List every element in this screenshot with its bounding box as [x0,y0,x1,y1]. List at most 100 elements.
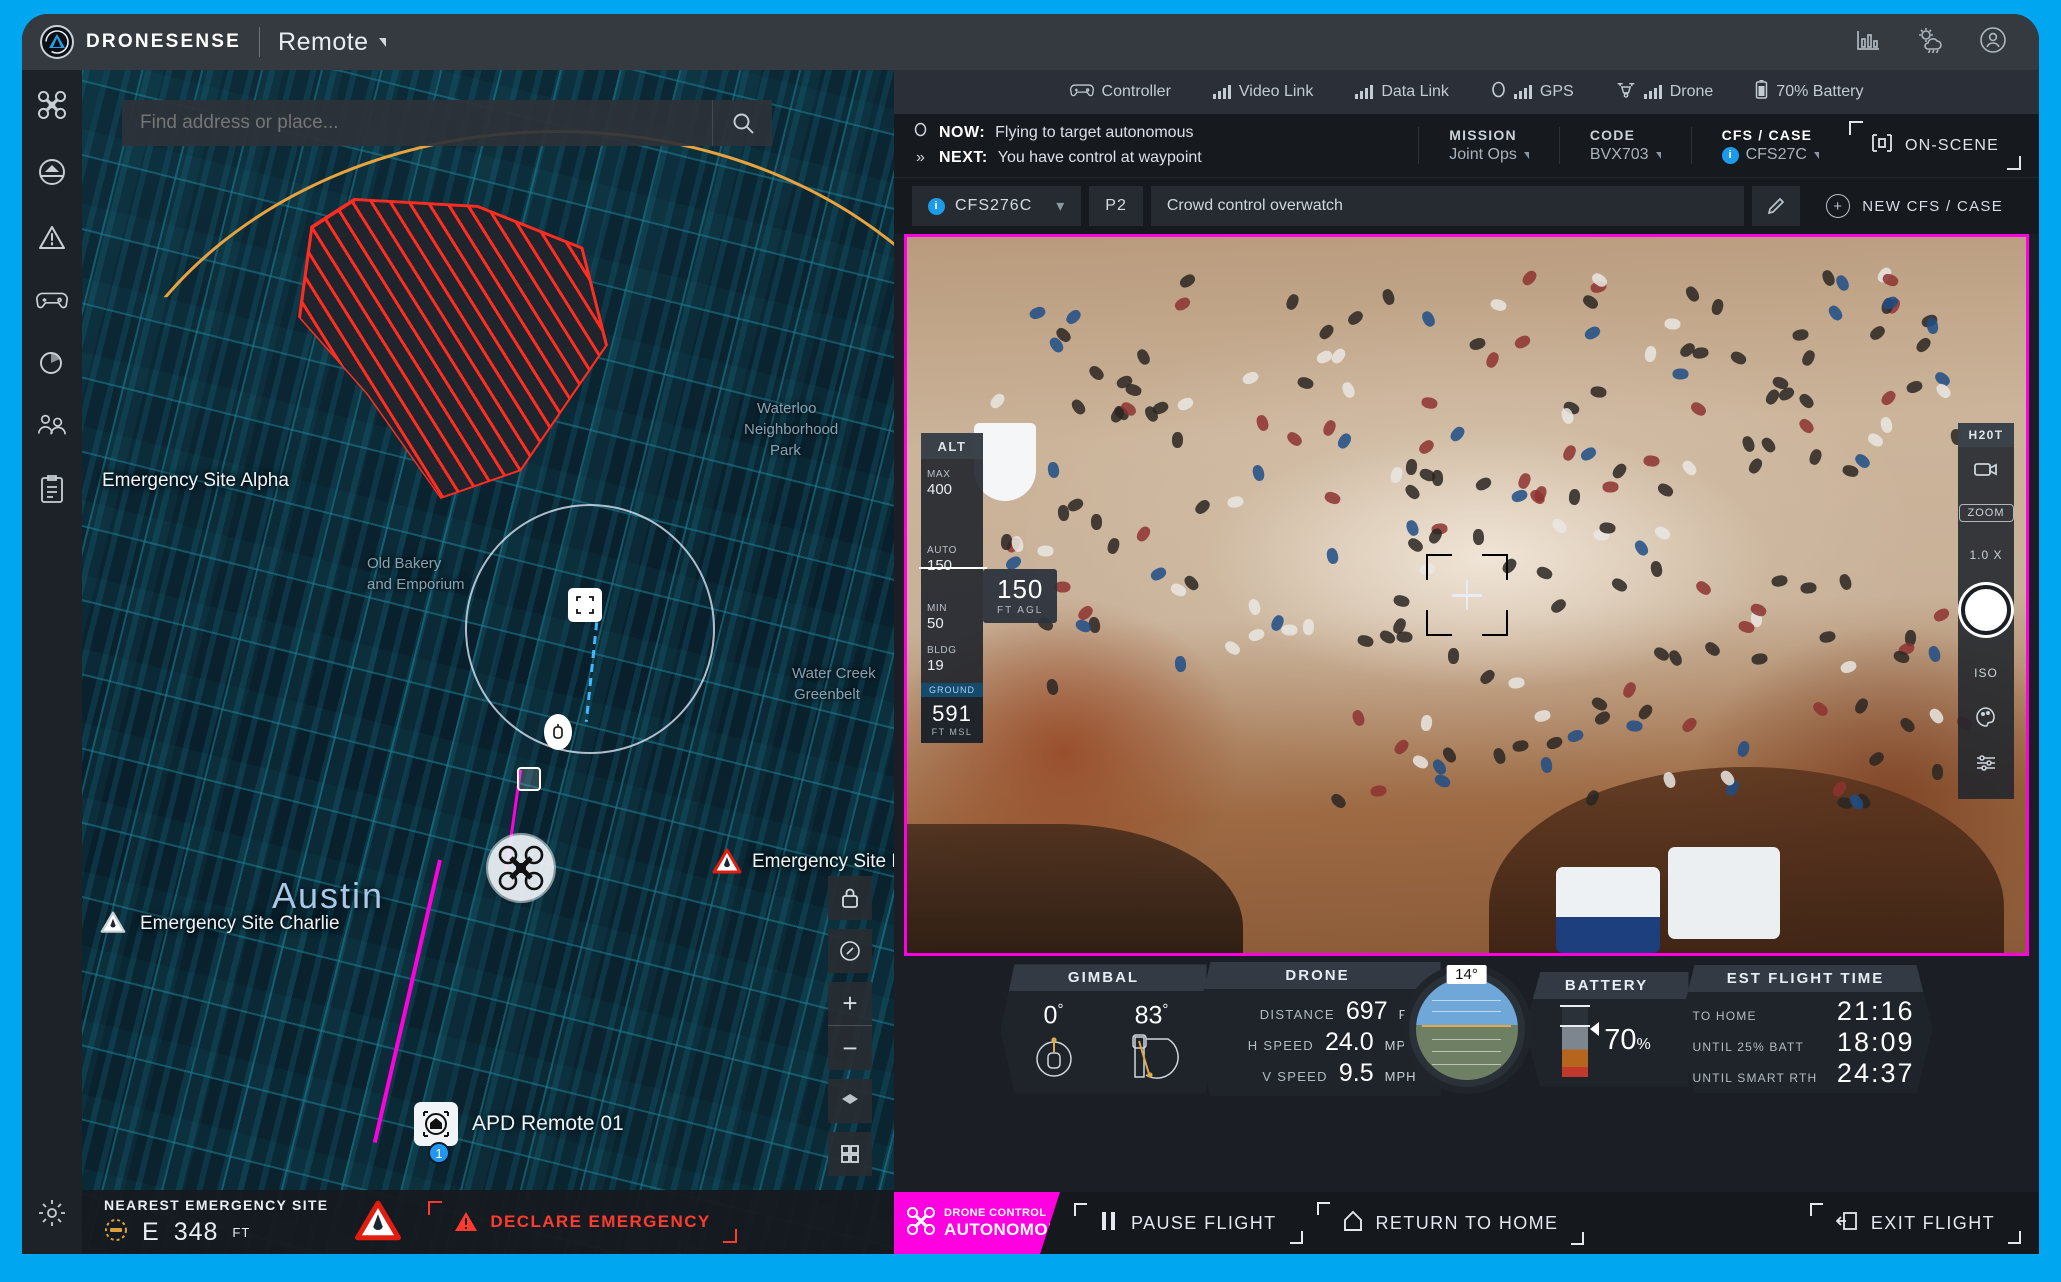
search-input[interactable] [122,112,712,134]
account-icon[interactable] [1979,26,2007,59]
sidebar-item-coverage[interactable] [38,348,66,381]
grid-icon[interactable] [828,1132,872,1176]
mission-meta-cfs[interactable]: CFS / CASE i CFS27C [1691,127,1849,164]
tablet-frame: DRONESENSE Remote [22,14,2039,1254]
pencil-icon[interactable] [1752,186,1800,226]
person-dot [1800,582,1817,594]
sidebar-item-emergency-sites[interactable] [37,224,67,257]
person-dot [1800,348,1817,367]
cfs-selector[interactable]: i CFS276C ▾ [912,186,1081,226]
person-dot [1581,293,1600,311]
person-dot [1661,770,1677,789]
sidebar-item-controller[interactable] [36,289,68,316]
mission-meta-code[interactable]: CODE BVX703 [1559,127,1691,164]
exit-flight-button[interactable]: EXIT FLIGHT [1810,1199,2021,1248]
sidebar-item-drone[interactable] [37,90,67,125]
person-dot [1472,529,1484,546]
video-camera-icon[interactable] [1973,447,1999,491]
sidebar-item-personnel[interactable] [37,413,67,442]
person-dot [1643,455,1660,467]
drone-row-vspeed: V SPEED 9.5 MPH [1209,1059,1417,1088]
lock-icon[interactable] [828,876,872,920]
declare-emergency-button[interactable]: DECLARE EMERGENCY [428,1201,736,1243]
plus-circle-icon: + [1826,194,1850,218]
search-icon[interactable] [712,100,772,146]
waypoint-marker-2[interactable] [544,714,572,750]
zoom-in-icon[interactable]: + [828,982,872,1026]
palette-icon[interactable] [1975,693,1997,741]
alt-max-key: MAX [927,469,950,480]
sidebar-item-checklist[interactable] [39,474,65,509]
person-dot [1404,518,1420,537]
map-label-home-marker: APD Remote 01 [472,1112,624,1136]
person-dot [1838,573,1854,592]
person-dot [1174,655,1186,672]
pause-flight-button[interactable]: PAUSE FLIGHT [1074,1199,1303,1248]
chevron-down-icon[interactable] [1814,152,1819,159]
zoom-level-label[interactable]: 1.0 X [1969,535,2002,575]
home-launch-marker[interactable]: 1 APD Remote 01 [414,1102,624,1146]
zoom-chip-label: ZOOM [1959,504,2014,522]
person-dot [1539,756,1552,774]
person-dot [1689,400,1708,418]
map-pane[interactable]: Austin Emergency Site Alpha Emergency Si… [22,70,894,1254]
waypoint-marker-3[interactable] [517,767,541,791]
sliders-icon[interactable] [1975,741,1997,785]
weather-icon[interactable] [1915,27,1945,58]
map-marker-site-bravo[interactable]: Emergency Site B [712,848,894,876]
status-gps[interactable]: GPS [1491,81,1574,103]
chevron-down-icon[interactable]: ▾ [1056,196,1065,216]
camera-model-label: H20T [1958,423,2014,447]
layers-icon[interactable] [828,1079,872,1123]
map-marker-site-charlie[interactable]: Emergency Site Charlie [100,910,340,938]
person-dot [1549,597,1568,615]
iso-label[interactable]: ISO [1974,653,1998,693]
alt-auto-value: 150 [927,557,952,574]
zoom-out-icon[interactable]: − [828,1026,872,1070]
mission-status-row: NOW: Flying to target autonomous » NEXT:… [894,114,2039,178]
flight-mode-badge[interactable]: DRONE CONTROL AUTONOMOUS [894,1192,1060,1254]
on-scene-button[interactable]: ON-SCENE [1849,121,2021,170]
person-dot [1664,318,1681,330]
emergency-site-button[interactable] [354,1200,402,1244]
return-to-home-button[interactable]: RETURN TO HOME [1317,1198,1585,1249]
shutter-button[interactable] [1961,585,2011,635]
drone-title: DRONE [1195,962,1441,989]
person-dot [1672,369,1688,380]
nes-info: NEAREST EMERGENCY SITE E 348 FT [104,1197,328,1247]
status-video-link[interactable]: Video Link [1213,83,1313,101]
sidebar-item-settings[interactable] [38,1199,66,1232]
status-drone[interactable]: Drone [1616,81,1714,103]
person-dot [1820,268,1836,287]
cfs-value: CFS27C [1746,146,1807,164]
signal-icon [1514,85,1532,99]
priority-selector[interactable]: P2 [1089,186,1143,226]
analytics-icon[interactable] [1855,28,1881,57]
mission-value: Joint Ops [1449,146,1517,164]
status-data-link[interactable]: Data Link [1355,83,1449,101]
map-search-bar[interactable] [122,100,772,146]
flight-time-panel: EST FLIGHT TIME TO HOME 21:16 UNTIL 25% … [1679,965,1933,1093]
gps-icon [1491,81,1506,103]
waypoint-marker-1[interactable] [568,588,602,622]
zoom-mode-chip[interactable]: ZOOM [1959,491,2014,535]
new-cfs-case-button[interactable]: + NEW CFS / CASE [1808,194,2021,218]
status-battery[interactable]: 70% Battery [1755,80,1863,104]
person-dot [1176,396,1195,413]
person-dot [1932,764,1943,780]
status-controller[interactable]: Controller [1070,82,1171,103]
compass-icon[interactable] [828,929,872,973]
next-value: You have control at waypoint [998,146,1202,171]
person-dot [1879,389,1898,408]
sidebar-item-launch-land[interactable] [37,157,67,192]
person-dot [1405,458,1417,475]
mission-meta-mission[interactable]: MISSION Joint Ops [1418,127,1559,164]
video-feed[interactable]: ALT MAX 400 AUTO 150 MIN 50 BLDG 19 GROU… [904,234,2029,956]
live-drone-marker[interactable] [488,835,554,901]
cfs-description-field[interactable]: Crowd control overwatch [1151,186,1744,226]
person-dot [1841,463,1859,478]
map-poi-waterloo-3: Park [770,442,801,459]
chevron-down-icon[interactable] [1524,152,1529,159]
chevron-down-icon[interactable] [379,38,386,47]
chevron-down-icon[interactable] [1656,152,1661,159]
